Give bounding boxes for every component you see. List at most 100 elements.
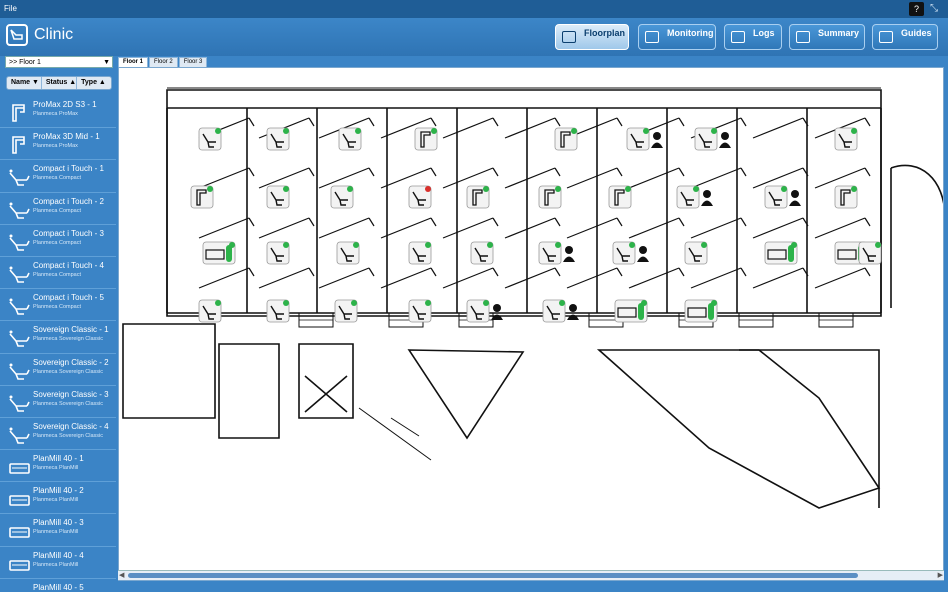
floorplan-xray-marker[interactable] [190,185,214,209]
nav-summary-button[interactable]: Summary [789,24,865,50]
app-header: Clinic Floorplan Monitoring Logs Summary Gui… [0,18,948,56]
tab-floor-3[interactable]: Floor 3 [178,57,208,67]
floorplan-chair-marker[interactable] [764,185,801,209]
floorplan-chair-marker[interactable] [408,241,432,265]
dental-chair-icon [8,328,30,348]
floorplan-chair-marker[interactable] [266,299,290,323]
dental-chair-icon [8,167,30,187]
device-name: ProMax 2D S3 - 1 [33,100,97,109]
device-list-item[interactable]: Compact i Touch - 1 Planmeca Compact [0,160,116,193]
floorplan-chair-marker[interactable] [408,299,432,323]
floorplan-chair-marker[interactable] [858,241,882,265]
floorplan-chair-marker[interactable] [694,127,731,151]
floorplan-chair-marker[interactable] [334,299,358,323]
floorplan-chair-marker[interactable] [684,241,708,265]
shrink-window-icon[interactable]: ⤡ [930,3,942,15]
scrollbar-thumb[interactable] [128,573,858,578]
floorplan-canvas[interactable] [118,67,944,581]
floorplan-xray-marker[interactable] [538,185,562,209]
floorplan-mill-marker[interactable] [202,241,236,265]
floorplan-chair-marker[interactable] [266,185,290,209]
xray-icon [8,103,30,123]
device-list-item[interactable]: PlanMill 40 - 1 Planmeca PlanMill [0,450,116,483]
floorplan-chair-marker[interactable] [626,127,663,151]
device-list-item[interactable]: PlanMill 40 - 2 Planmeca PlanMill [0,482,116,515]
floorplan-chair-marker[interactable] [266,127,290,151]
device-type: Planmeca Sovereign Classic [33,400,104,407]
device-type: Planmeca Sovereign Classic [33,432,104,439]
device-name: Compact i Touch - 3 [33,228,104,238]
device-name: Sovereign Classic - 1 [33,325,109,335]
column-status[interactable]: Status ▲ [42,77,78,89]
device-list-item[interactable]: PlanMill 40 - 4 Planmeca PlanMill [0,547,116,579]
floorplan-chair-marker[interactable] [676,185,713,209]
floorplan-chair-marker[interactable] [266,241,290,265]
milling-unit-icon [8,521,30,541]
floorplan-chair-marker[interactable] [612,241,649,265]
device-list-item[interactable]: Sovereign Classic - 2 Planmeca Sovereign … [0,354,116,386]
device-name: ProMax 3D Mid - 1 [33,132,100,142]
scroll-right-icon[interactable]: ▶ [938,571,943,579]
floorplan-chair-marker[interactable] [198,127,222,151]
device-type: Planmeca PlanMill [33,529,79,536]
nav-guides-button[interactable]: Guides [872,24,938,50]
device-list: ProMax 2D S3 - 1 Planmeca ProMax ProMax 3D… [0,96,116,592]
device-list-item[interactable]: Compact i Touch - 5 Planmeca Compact [0,289,116,322]
floorplan-mill-marker[interactable] [614,299,648,323]
help-icon[interactable]: ? [909,2,924,16]
device-list-item[interactable]: PlanMill 40 - 3 Planmeca PlanMill [0,514,116,547]
floorplan-xray-marker[interactable] [466,185,490,209]
device-list-item[interactable]: ProMax 3D Mid - 1 Planmeca ProMax [0,128,116,161]
nav-label: Summary [818,28,860,38]
nav-monitoring-button[interactable]: Monitoring [638,24,716,50]
logs-icon [731,31,745,43]
device-list-item[interactable]: Compact i Touch - 2 Planmeca Compact [0,193,116,225]
device-list-item[interactable]: PlanMill 40 - 5Planmeca PlanMill [0,579,116,592]
milling-unit-icon [8,489,30,509]
floorplan-chair-marker[interactable] [408,185,432,209]
floorplan-chair-marker[interactable] [466,299,503,323]
device-list-item[interactable]: Sovereign Classic - 1 Planmeca Sovereign … [0,321,116,354]
tab-floor-2[interactable]: Floor 2 [149,57,178,67]
floorplan-xray-marker[interactable] [608,185,632,209]
scroll-left-icon[interactable]: ◀ [119,571,124,579]
floorplan-icon [562,31,576,43]
floorplan-chair-marker[interactable] [336,241,360,265]
floorplan-chair-marker[interactable] [542,299,579,323]
device-name: Compact i Touch - 1 [33,164,104,174]
floorplan-xray-marker[interactable] [834,185,858,209]
device-list-item[interactable]: Sovereign Classic - 3 Planmeca Sovereign … [0,386,116,418]
floorplan-chair-marker[interactable] [470,241,494,265]
title-bar: File ? ⤡ [0,0,948,18]
floor-select[interactable]: >> Floor 1 ▼ [5,56,113,68]
summary-icon [796,31,810,43]
nav-floorplan-button[interactable]: Floorplan [555,24,629,50]
device-name: PlanMill 40 - 3 [33,518,84,528]
floorplan-chair-marker[interactable] [834,127,858,151]
floorplan-xray-marker[interactable] [554,127,578,151]
dental-chair-icon [8,361,30,381]
device-list-item[interactable]: ProMax 2D S3 - 1 Planmeca ProMax [0,96,116,129]
floorplan-chair-marker[interactable] [538,241,575,265]
floorplan-mill-marker[interactable] [684,299,718,323]
device-type: Planmeca ProMax [33,143,78,150]
device-list-item[interactable]: Compact i Touch - 4 Planmeca Compact [0,257,116,290]
floorplan-chair-marker[interactable] [198,299,222,323]
column-type[interactable]: Type ▲ [77,77,111,89]
floorplan-xray-marker[interactable] [414,127,438,151]
horizontal-scrollbar[interactable]: ◀ ▶ [118,570,944,580]
floorplan-chair-marker[interactable] [338,127,362,151]
file-menu[interactable]: File [4,4,17,13]
nav-logs-button[interactable]: Logs [724,24,782,50]
tab-floor-1[interactable]: Floor 1 [118,57,149,67]
dental-chair-icon [8,200,30,220]
device-list-item[interactable]: Sovereign Classic - 4 Planmeca Sovereign … [0,418,116,451]
device-name: PlanMill 40 - 2 [33,486,84,496]
floorplan-panel: Floor 1 Floor 2 Floor 3 ◀ ▶ [116,56,948,592]
device-type: Planmeca PlanMill [33,497,79,504]
dental-chair-icon [8,232,30,252]
column-name[interactable]: Name ▼ [7,77,42,89]
floorplan-chair-marker[interactable] [330,185,354,209]
floorplan-mill-marker[interactable] [764,241,798,265]
device-list-item[interactable]: Compact i Touch - 3 Planmeca Compact [0,225,116,257]
